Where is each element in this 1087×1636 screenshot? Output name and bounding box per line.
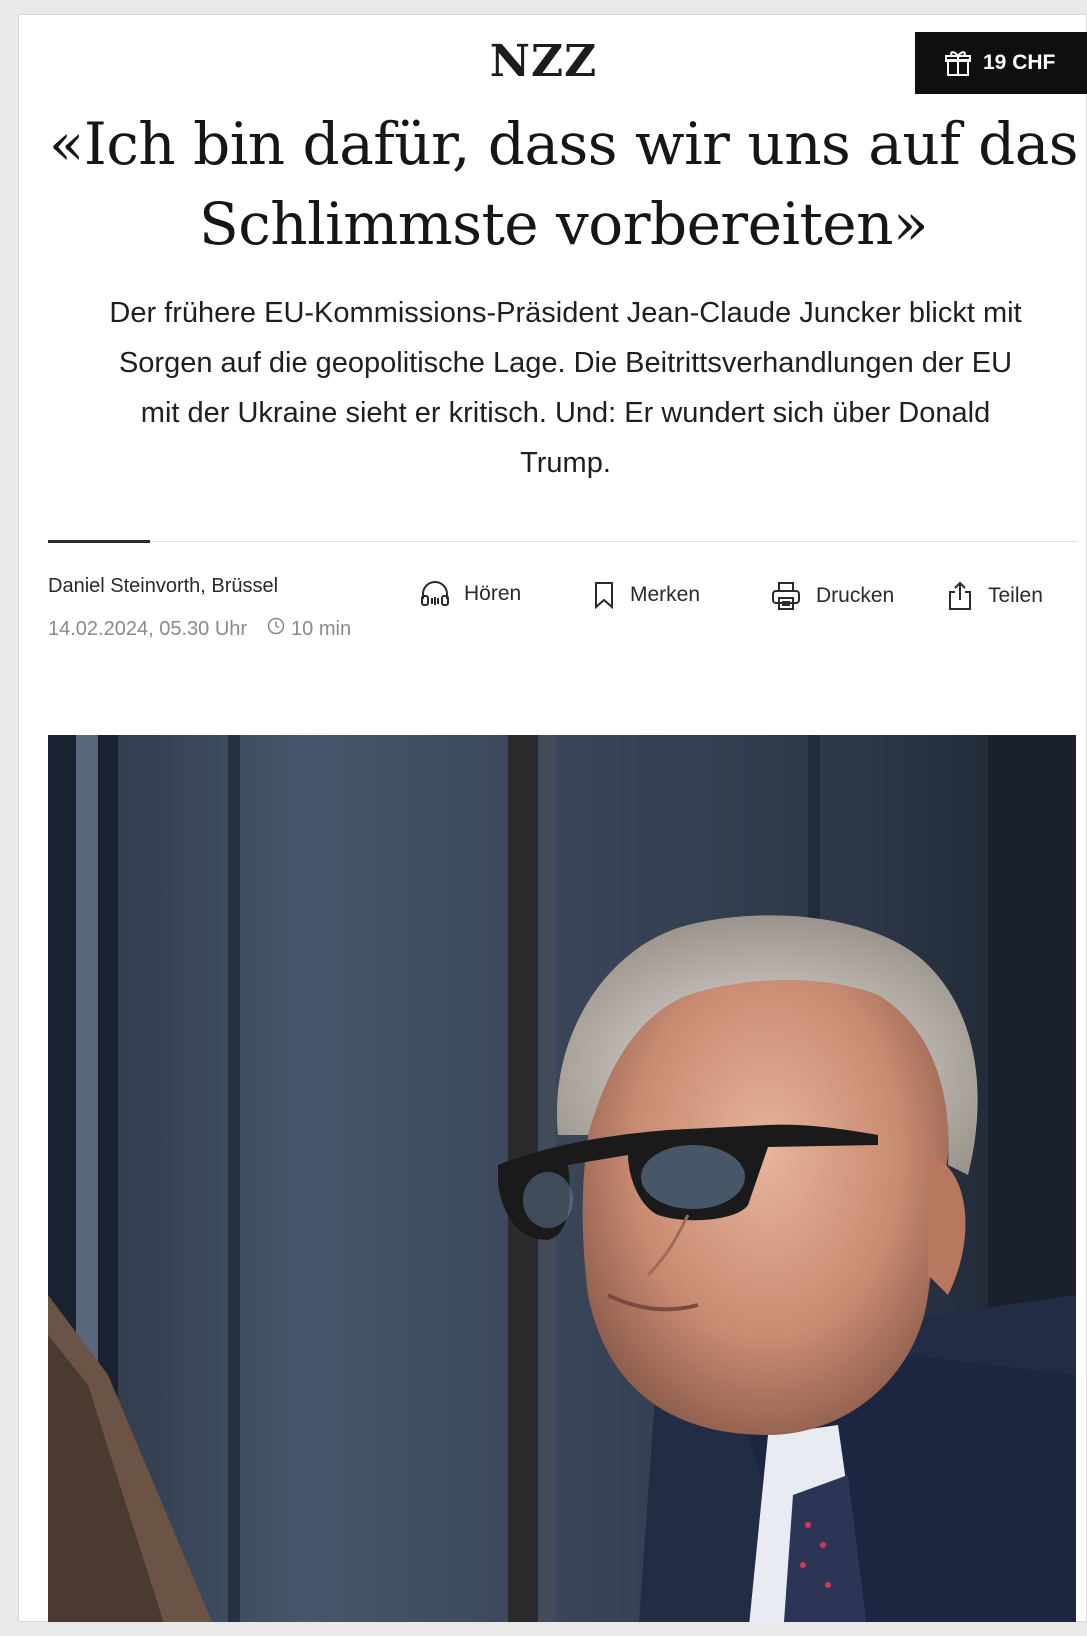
headphones-icon bbox=[420, 580, 450, 608]
article-actions: Hören Merken Drucken Teilen bbox=[0, 580, 1087, 624]
article-lead: Der frühere EU-Kommissions-Präsident Jea… bbox=[44, 288, 1087, 488]
share-label: Teilen bbox=[988, 584, 1043, 607]
print-label: Drucken bbox=[816, 584, 895, 607]
gift-icon bbox=[945, 49, 971, 77]
bookmark-button[interactable]: Merken bbox=[592, 580, 700, 610]
divider bbox=[48, 541, 1078, 542]
bookmark-label: Merken bbox=[630, 583, 701, 606]
share-button[interactable]: Teilen bbox=[946, 580, 1043, 612]
lead-line-3: mit der Ukraine sieht er kritisch. Und: … bbox=[140, 397, 991, 429]
print-button[interactable]: Drucken bbox=[770, 580, 894, 612]
promo-label: 19 CHF bbox=[983, 51, 1056, 74]
headline-line-1: «Ich bin dafür, dass wir uns auf das bbox=[48, 110, 1079, 178]
bookmark-icon bbox=[592, 580, 616, 610]
listen-label: Hören bbox=[464, 582, 522, 605]
article-headline: «Ich bin dafür, dass wir uns auf das Sch… bbox=[40, 104, 1087, 264]
article-hero-photo bbox=[48, 735, 1076, 1636]
page-bottom bbox=[0, 1622, 1087, 1636]
listen-button[interactable]: Hören bbox=[420, 580, 521, 608]
printer-icon bbox=[770, 580, 802, 612]
gift-promo-button[interactable]: 19 CHF bbox=[915, 32, 1087, 94]
lead-line-4: Trump. bbox=[520, 447, 611, 479]
share-icon bbox=[946, 580, 974, 612]
lead-line-1: Der frühere EU-Kommissions-Präsident Jea… bbox=[109, 297, 1022, 329]
lead-line-2: Sorgen auf die geopolitische Lage. Die B… bbox=[118, 347, 1013, 379]
headline-line-2: Schlimmste vorbereiten» bbox=[199, 190, 928, 258]
divider-accent bbox=[48, 540, 150, 543]
